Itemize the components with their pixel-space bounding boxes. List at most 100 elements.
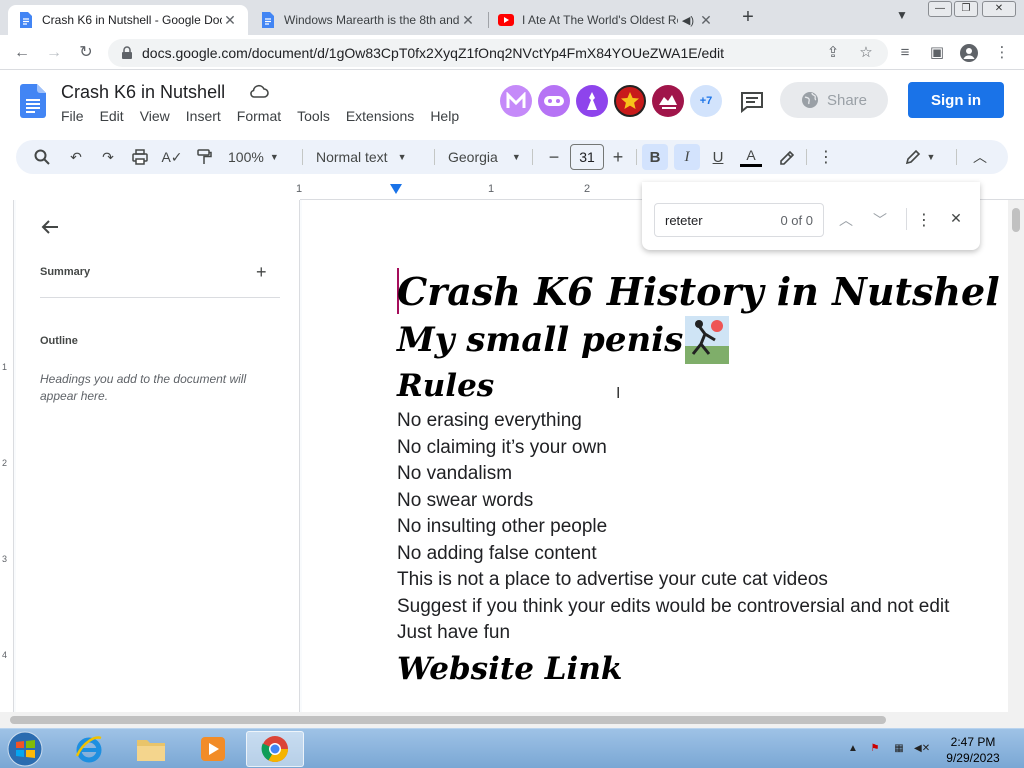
collaborator-avatar[interactable] xyxy=(500,85,532,117)
tab-youtube[interactable]: I Ate At The World's Oldest Res ◀) ✕ xyxy=(488,5,724,35)
print-icon[interactable] xyxy=(130,140,150,174)
reload-icon[interactable]: ↻ xyxy=(76,43,96,63)
side-panel-icon[interactable]: ▣ xyxy=(928,44,946,62)
find-options-icon[interactable]: ⋮ xyxy=(914,210,934,230)
menu-view[interactable]: View xyxy=(132,108,178,124)
italic-button[interactable]: I xyxy=(674,144,700,170)
summary-label: Summary xyxy=(40,266,91,278)
highlight-pen-icon[interactable] xyxy=(776,140,796,174)
document-body[interactable]: Crash K6 History in Nutshel My small pen… xyxy=(397,268,1024,691)
decrease-font-size-icon[interactable]: − xyxy=(546,140,562,174)
menu-tools[interactable]: Tools xyxy=(289,108,338,124)
bold-button[interactable]: B xyxy=(642,144,668,170)
volume-muted-icon[interactable]: ◀✕ xyxy=(914,743,930,755)
collaborator-avatar[interactable] xyxy=(614,85,646,117)
scroll-thumb[interactable] xyxy=(1012,208,1020,232)
chrome-taskbar-button[interactable] xyxy=(246,731,304,767)
menu-edit[interactable]: Edit xyxy=(92,108,132,124)
spelling-check-icon[interactable]: A✓ xyxy=(161,140,182,174)
vertical-scrollbar[interactable] xyxy=(1008,200,1024,712)
menu-insert[interactable]: Insert xyxy=(178,108,229,124)
text-color-button[interactable]: A xyxy=(740,140,762,174)
close-tab-icon[interactable]: ✕ xyxy=(222,12,238,29)
find-input[interactable]: reteter 0 of 0 xyxy=(654,203,824,237)
hide-menus-chevron-up-icon[interactable]: ︿ xyxy=(970,140,990,174)
heading-rules[interactable]: Rules xyxy=(397,364,1024,408)
rule-line: No insulting other people xyxy=(397,516,608,537)
address-bar[interactable]: docs.google.com/document/d/1gOw83CpT0fx2… xyxy=(108,39,888,67)
share-button[interactable]: Share xyxy=(780,82,888,118)
bookmark-star-icon[interactable]: ☆ xyxy=(857,44,875,62)
menu-help[interactable]: Help xyxy=(422,108,467,124)
back-icon[interactable]: ← xyxy=(12,43,32,63)
rule-line: No claiming it’s your own xyxy=(397,436,607,458)
internet-explorer-taskbar-button[interactable] xyxy=(60,731,118,767)
outline-hint: Headings you add to the document will ap… xyxy=(40,372,247,403)
search-menus-icon[interactable] xyxy=(32,140,52,174)
menu-extensions[interactable]: Extensions xyxy=(338,108,422,124)
minimize-button[interactable]: — xyxy=(928,1,952,17)
heading-subtitle[interactable]: My small penis xyxy=(397,316,1024,364)
taskbar-clock[interactable]: 2:47 PM 9/29/2023 xyxy=(932,734,1014,766)
scroll-thumb[interactable] xyxy=(10,716,886,724)
file-explorer-taskbar-button[interactable] xyxy=(122,731,180,767)
zoom-select[interactable]: 100% ▼ xyxy=(228,140,279,174)
new-tab-button[interactable]: + xyxy=(736,6,760,29)
more-collaborators-badge[interactable]: +7 xyxy=(690,85,722,117)
underline-button[interactable]: U xyxy=(710,140,726,174)
share-page-icon[interactable]: ⇪ xyxy=(824,44,842,62)
menu-format[interactable]: Format xyxy=(229,108,289,124)
cloud-saved-icon[interactable] xyxy=(249,84,269,100)
tab-crash-k6[interactable]: Crash K6 in Nutshell - Google Docs ✕ xyxy=(8,5,248,35)
font-size-input[interactable]: 31 xyxy=(570,144,604,170)
maximize-button[interactable]: ❐ xyxy=(954,1,978,17)
media-player-taskbar-button[interactable] xyxy=(184,731,242,767)
rules-list[interactable]: No erasing everything No claiming it’s y… xyxy=(397,408,1024,647)
comment-history-icon[interactable] xyxy=(740,91,764,113)
browser-toolbar: ← → ↻ docs.google.com/document/d/1gOw83C… xyxy=(0,35,1024,70)
browser-menu-icon[interactable]: ⋮ xyxy=(993,44,1011,62)
tab-search-chevron-icon[interactable]: ▼ xyxy=(896,8,908,22)
forward-icon[interactable]: → xyxy=(44,43,64,63)
editing-mode-button[interactable]: ▼ xyxy=(900,140,940,174)
collaborator-avatar[interactable] xyxy=(538,85,570,117)
google-docs-logo-icon[interactable] xyxy=(20,84,46,118)
text-color-swatch xyxy=(740,163,762,167)
heading-website-link[interactable]: Website Link xyxy=(397,647,1024,691)
close-find-icon[interactable]: ✕ xyxy=(946,210,966,230)
increase-font-size-icon[interactable]: + xyxy=(610,140,626,174)
add-summary-plus-icon[interactable]: + xyxy=(256,262,267,283)
document-title[interactable]: Crash K6 in Nutshell xyxy=(61,82,225,103)
media-control-icon[interactable]: ≡ xyxy=(896,44,914,62)
left-indent-marker-icon[interactable] xyxy=(390,184,402,194)
inline-image[interactable] xyxy=(685,316,730,364)
redo-icon[interactable]: ↷ xyxy=(98,140,118,174)
heading-title[interactable]: Crash K6 History in Nutshel xyxy=(397,268,1024,316)
speaker-icon[interactable]: ◀) xyxy=(682,14,694,27)
profile-icon[interactable] xyxy=(960,44,978,62)
menu-file[interactable]: File xyxy=(53,108,92,124)
paragraph-style-select[interactable]: Normal text ▼ xyxy=(316,140,407,174)
next-match-chevron-down-icon[interactable]: ﹀ xyxy=(870,210,890,230)
close-tab-icon[interactable]: ✕ xyxy=(698,12,714,29)
document-page[interactable]: Crash K6 History in Nutshel My small pen… xyxy=(302,200,1024,712)
tab-windows-marearth[interactable]: Windows Marearth is the 8th and ✕ xyxy=(250,5,486,35)
share-label: Share xyxy=(826,91,868,109)
start-button[interactable] xyxy=(0,731,50,767)
collaborator-avatar[interactable] xyxy=(652,85,684,117)
undo-icon[interactable]: ↶ xyxy=(66,140,86,174)
vertical-ruler[interactable]: 1 2 3 4 xyxy=(0,200,14,712)
close-tab-icon[interactable]: ✕ xyxy=(460,12,476,29)
action-center-flag-icon[interactable]: ⚑ xyxy=(868,743,882,755)
show-hidden-icons-icon[interactable]: ▲ xyxy=(846,743,860,755)
sign-in-button[interactable]: Sign in xyxy=(908,82,1004,118)
font-select[interactable]: Georgia ▼ xyxy=(448,140,521,174)
collaborator-avatar[interactable] xyxy=(576,85,608,117)
network-icon[interactable]: ▦ xyxy=(892,743,906,755)
close-window-button[interactable]: ✕ xyxy=(982,1,1016,17)
back-arrow-icon[interactable] xyxy=(40,217,60,237)
previous-match-chevron-up-icon[interactable]: ︿ xyxy=(836,210,856,230)
horizontal-scrollbar[interactable] xyxy=(0,712,1024,728)
more-options-icon[interactable]: ⋮ xyxy=(816,140,836,174)
paint-format-icon[interactable] xyxy=(194,140,214,174)
